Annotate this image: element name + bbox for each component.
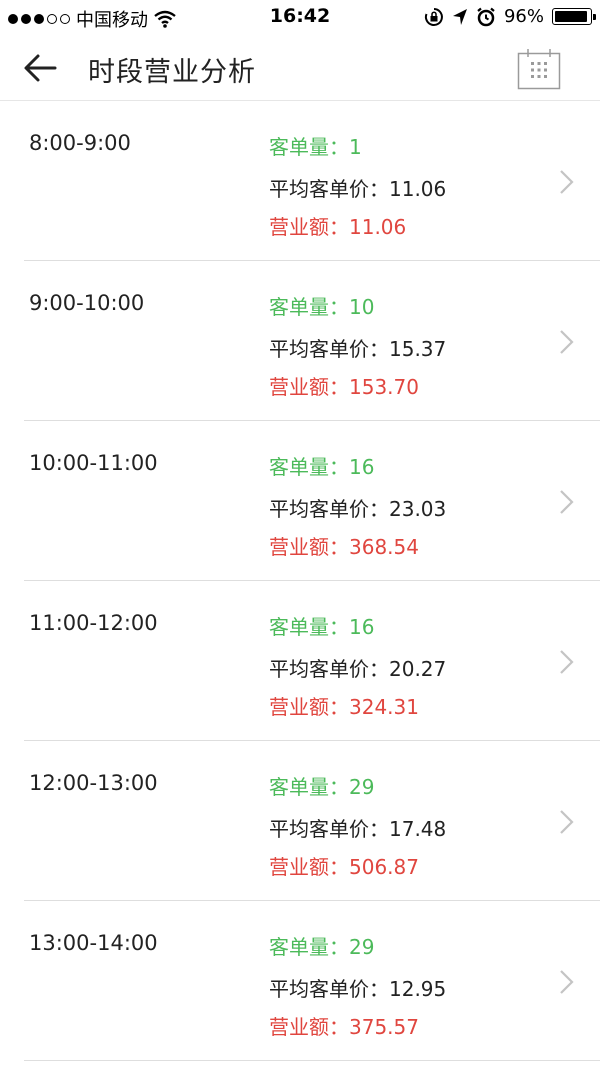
revenue: 营业额：368.54 <box>269 535 419 559</box>
chevron-right-icon <box>560 810 574 834</box>
time-range: 11:00-12:00 <box>29 611 158 635</box>
time-range: 10:00-11:00 <box>29 451 158 475</box>
calendar-icon[interactable] <box>517 48 561 90</box>
page-title: 时段营业分析 <box>88 57 256 88</box>
back-arrow-icon[interactable] <box>22 50 58 86</box>
time-range: 12:00-13:00 <box>29 771 158 795</box>
revenue: 营业额：506.87 <box>269 855 419 879</box>
time-slot-list: 8:00-9:00 客单量：1 平均客单价：11.06 营业额：11.06 9:… <box>0 101 600 1061</box>
time-range: 8:00-9:00 <box>29 131 131 155</box>
list-item[interactable]: 8:00-9:00 客单量：1 平均客单价：11.06 营业额：11.06 <box>24 101 600 261</box>
revenue: 营业额：324.31 <box>269 695 419 719</box>
chevron-right-icon <box>560 490 574 514</box>
order-count: 客单量：16 <box>269 455 375 479</box>
average-order-value: 平均客单价：17.48 <box>269 817 447 841</box>
status-bar: 中国移动 16:42 96% <box>0 0 600 34</box>
average-order-value: 平均客单价：23.03 <box>269 497 447 521</box>
status-right: 96% <box>424 6 596 27</box>
time-range: 9:00-10:00 <box>29 291 145 315</box>
order-count: 客单量：10 <box>269 295 375 319</box>
battery-tip <box>593 14 596 20</box>
order-count: 客单量：29 <box>269 775 375 799</box>
time-range: 13:00-14:00 <box>29 931 158 955</box>
list-item[interactable]: 11:00-12:00 客单量：16 平均客单价：20.27 营业额：324.3… <box>24 581 600 741</box>
list-item[interactable]: 12:00-13:00 客单量：29 平均客单价：17.48 营业额：506.8… <box>24 741 600 901</box>
rotation-lock-icon <box>424 7 443 26</box>
average-order-value: 平均客单价：20.27 <box>269 657 447 681</box>
average-order-value: 平均客单价：11.06 <box>269 177 447 201</box>
list-item[interactable]: 10:00-11:00 客单量：16 平均客单价：23.03 营业额：368.5… <box>24 421 600 581</box>
order-count: 客单量：29 <box>269 935 375 959</box>
battery-percent: 96% <box>503 6 544 27</box>
order-count: 客单量：1 <box>269 135 362 159</box>
average-order-value: 平均客单价：15.37 <box>269 337 447 361</box>
alarm-clock-icon <box>477 7 495 26</box>
app-header: 时段营业分析 <box>0 34 600 101</box>
chevron-right-icon <box>560 650 574 674</box>
order-count: 客单量：16 <box>269 615 375 639</box>
chevron-right-icon <box>560 330 574 354</box>
battery-icon <box>552 8 596 25</box>
chevron-right-icon <box>560 970 574 994</box>
revenue: 营业额：153.70 <box>269 375 419 399</box>
list-item[interactable]: 13:00-14:00 客单量：29 平均客单价：12.95 营业额：375.5… <box>24 901 600 1061</box>
revenue: 营业额：375.57 <box>269 1015 419 1039</box>
battery-fill <box>555 11 587 22</box>
list-item[interactable]: 9:00-10:00 客单量：10 平均客单价：15.37 营业额：153.70 <box>24 261 600 421</box>
location-arrow-icon <box>452 8 467 25</box>
revenue: 营业额：11.06 <box>269 215 407 239</box>
average-order-value: 平均客单价：12.95 <box>269 977 447 1001</box>
chevron-right-icon <box>560 170 574 194</box>
